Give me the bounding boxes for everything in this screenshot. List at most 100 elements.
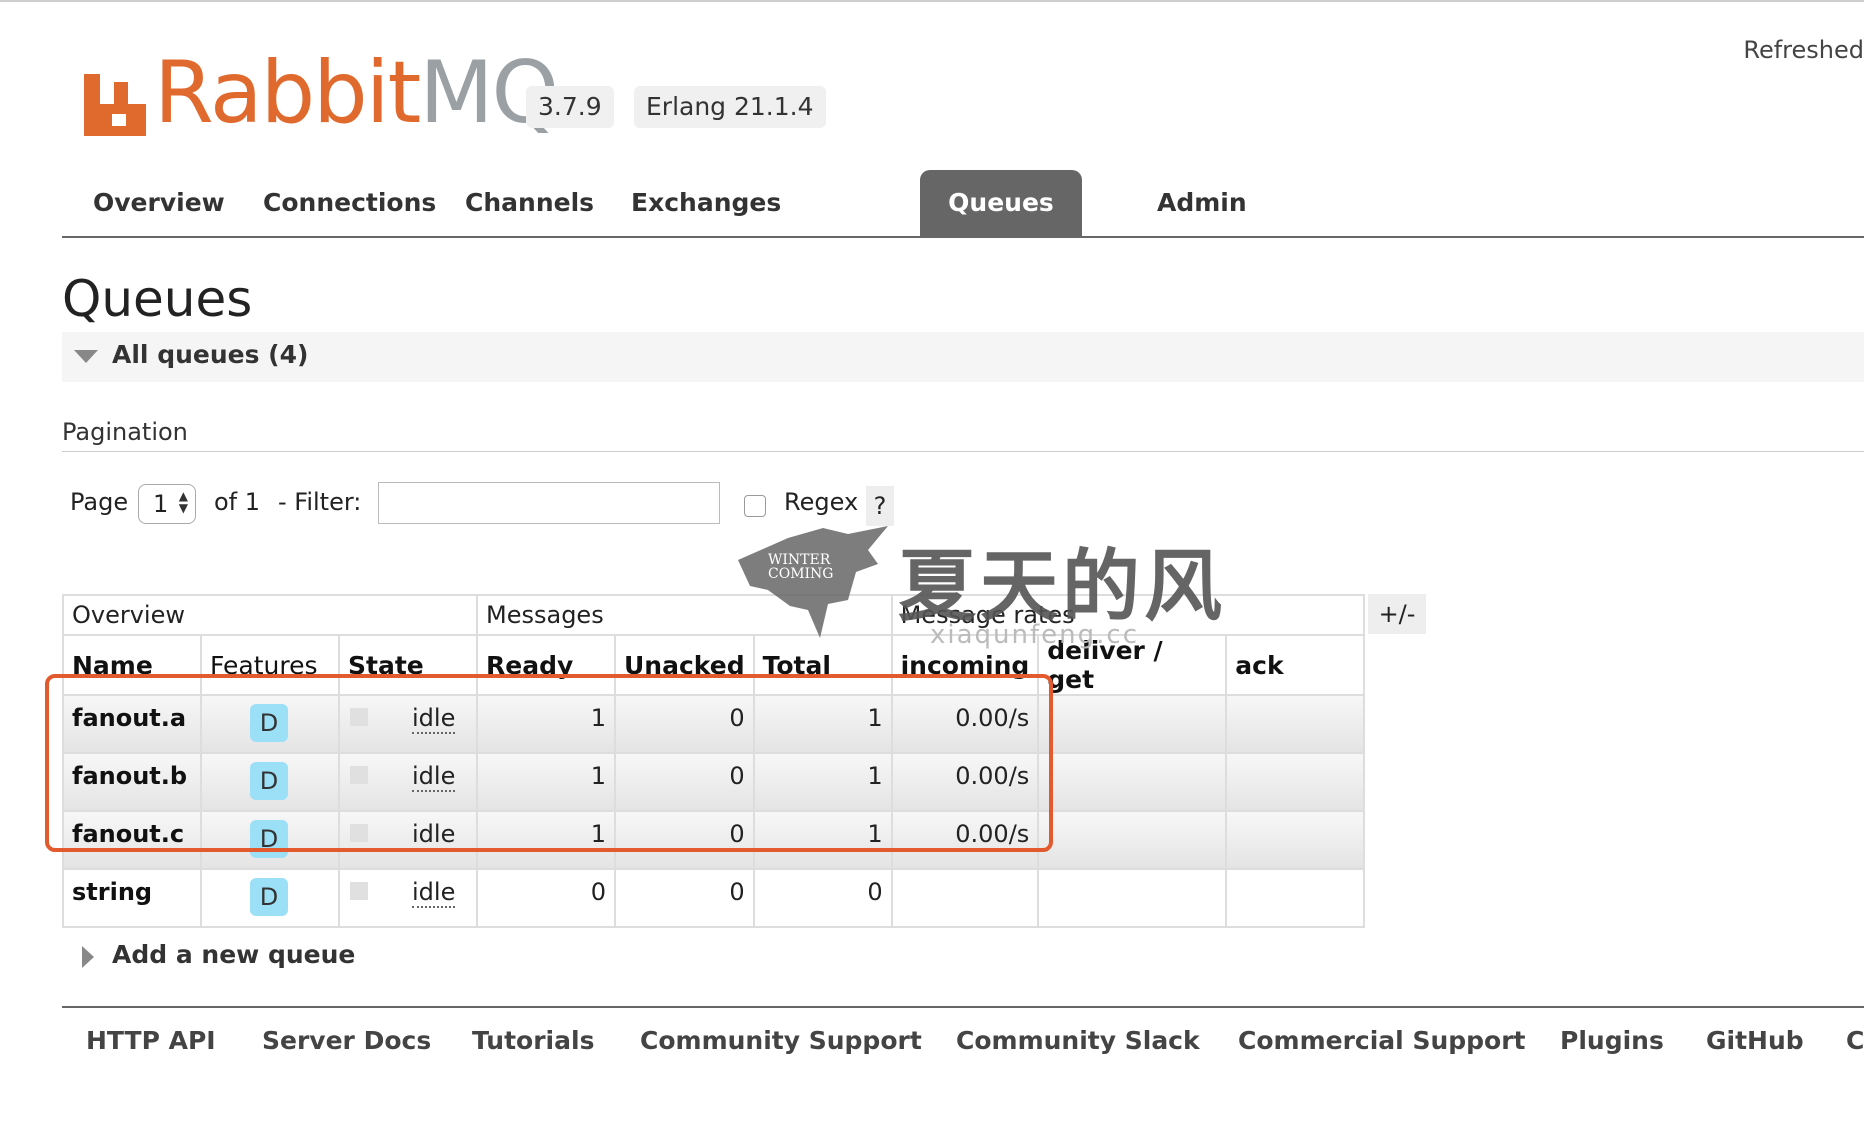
tab-admin[interactable]: Admin (1126, 170, 1278, 236)
page-label: Page (70, 488, 129, 516)
watermark-badge-line1: WINTER (768, 552, 831, 568)
tab-exchanges[interactable]: Exchanges (600, 170, 812, 236)
queue-state[interactable]: idle (412, 878, 456, 908)
unacked-count: 0 (614, 810, 755, 870)
rabbit-logo-icon (84, 74, 146, 136)
main-nav: Overview Connections Channels Exchanges … (62, 170, 1864, 238)
queue-state[interactable]: idle (412, 704, 456, 734)
watermark-badge-line2: COMING (768, 566, 834, 582)
column-header-ready[interactable]: Ready (476, 634, 616, 696)
column-header-features: Features (200, 634, 340, 696)
queue-state[interactable]: idle (412, 762, 456, 792)
state-indicator-icon (350, 824, 368, 842)
incoming-rate (890, 868, 1040, 928)
erlang-version-badge: Erlang 21.1.4 (634, 86, 826, 128)
queues-table: Overview Messages Message rates Name Fea… (62, 594, 1366, 928)
unacked-count: 0 (614, 694, 755, 754)
column-toggle-button[interactable]: +/- (1368, 594, 1426, 634)
collapse-triangle-icon (74, 350, 98, 363)
column-header-unacked[interactable]: Unacked (614, 634, 755, 696)
table-row: fanout.b D idle 1 0 1 0.00/s (62, 752, 1366, 812)
state-indicator-icon (350, 766, 368, 784)
top-border (0, 0, 1864, 2)
table-row: fanout.a D idle 1 0 1 0.00/s (62, 694, 1366, 754)
group-header-overview: Overview (62, 594, 478, 636)
ack-rate (1225, 868, 1366, 928)
total-count: 1 (752, 752, 893, 812)
queue-name-link[interactable]: fanout.b (72, 762, 187, 790)
ready-count: 0 (476, 868, 616, 928)
column-header-total[interactable]: Total (752, 634, 893, 696)
unacked-count: 0 (614, 752, 755, 812)
group-header-message-rates: Message rates (890, 594, 1366, 636)
incoming-rate: 0.00/s (890, 752, 1040, 812)
queue-name-link[interactable]: string (72, 878, 152, 906)
deliver-get-rate (1037, 752, 1228, 812)
tab-overview[interactable]: Overview (62, 170, 256, 236)
all-queues-label: All queues (4) (112, 340, 309, 369)
column-header-state[interactable]: State (338, 634, 478, 696)
expand-triangle-icon (82, 946, 94, 968)
page-select-value: 1 (153, 490, 169, 518)
state-indicator-icon (350, 882, 368, 900)
deliver-get-rate (1037, 868, 1228, 928)
refreshed-label[interactable]: Refreshed (1743, 36, 1864, 64)
table-row: string D idle 0 0 0 (62, 868, 1366, 928)
footer-link-github[interactable]: GitHub (1706, 1026, 1804, 1055)
logo-wordmark: RabbitMQ (154, 43, 559, 143)
footer-link-commercial-support[interactable]: Commercial Support (1238, 1026, 1526, 1055)
queue-name-link[interactable]: fanout.c (72, 820, 184, 848)
footer-link-community-support[interactable]: Community Support (640, 1026, 922, 1055)
tab-queues[interactable]: Queues (920, 170, 1082, 236)
total-count: 1 (752, 694, 893, 754)
column-header-incoming[interactable]: incoming (890, 634, 1040, 696)
version-badge: 3.7.9 (526, 86, 614, 128)
ack-rate (1225, 810, 1366, 870)
footer-link-plugins[interactable]: Plugins (1560, 1026, 1664, 1055)
ready-count: 1 (476, 752, 616, 812)
footer-divider (62, 1006, 1864, 1008)
durable-badge[interactable]: D (250, 762, 288, 800)
ready-count: 1 (476, 810, 616, 870)
page-of-label: of 1 (214, 488, 261, 516)
column-header-name[interactable]: Name (62, 634, 202, 696)
regex-checkbox[interactable] (744, 495, 766, 517)
footer-link-server-docs[interactable]: Server Docs (262, 1026, 431, 1055)
page-title: Queues (62, 270, 253, 328)
table-row: fanout.c D idle 1 0 1 0.00/s (62, 810, 1366, 870)
footer-link-http-api[interactable]: HTTP API (86, 1026, 216, 1055)
footer-link-community-slack[interactable]: Community Slack (956, 1026, 1200, 1055)
queue-name-link[interactable]: fanout.a (72, 704, 186, 732)
total-count: 0 (752, 868, 893, 928)
queue-state[interactable]: idle (412, 820, 456, 850)
incoming-rate: 0.00/s (890, 810, 1040, 870)
tab-connections[interactable]: Connections (232, 170, 467, 236)
group-header-messages: Messages (476, 594, 893, 636)
footer-link-truncated[interactable]: C (1846, 1026, 1864, 1055)
column-header-ack[interactable]: ack (1225, 634, 1366, 696)
rabbitmq-logo[interactable]: RabbitMQ TM (84, 44, 575, 136)
ready-count: 1 (476, 694, 616, 754)
pagination-heading: Pagination (62, 418, 188, 446)
filter-label: - Filter: (278, 488, 362, 516)
durable-badge[interactable]: D (250, 878, 288, 916)
tab-channels[interactable]: Channels (434, 170, 625, 236)
durable-badge[interactable]: D (250, 820, 288, 858)
column-header-deliver-get[interactable]: deliver / get (1037, 634, 1228, 696)
unacked-count: 0 (614, 868, 755, 928)
pagination-divider (62, 451, 1864, 452)
regex-label: Regex (784, 488, 859, 516)
deliver-get-rate (1037, 694, 1228, 754)
incoming-rate: 0.00/s (890, 694, 1040, 754)
durable-badge[interactable]: D (250, 704, 288, 742)
state-indicator-icon (350, 708, 368, 726)
ack-rate (1225, 694, 1366, 754)
footer-link-tutorials[interactable]: Tutorials (472, 1026, 594, 1055)
total-count: 1 (752, 810, 893, 870)
regex-help-button[interactable]: ? (866, 486, 894, 526)
filter-input[interactable] (378, 482, 720, 524)
all-queues-section-toggle[interactable]: All queues (4) (62, 332, 1864, 382)
deliver-get-rate (1037, 810, 1228, 870)
select-arrows-icon: ▲ ▼ (178, 489, 188, 515)
page-select[interactable]: 1 ▲ ▼ (138, 484, 196, 524)
